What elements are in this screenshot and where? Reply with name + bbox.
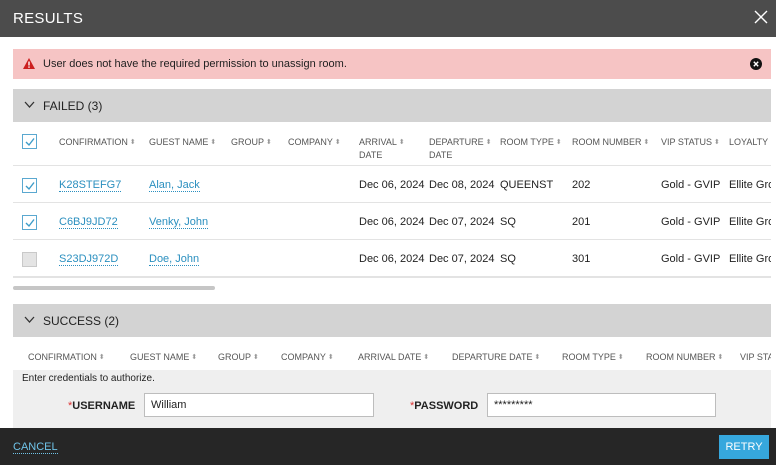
column-header-room-type[interactable]: ROOM TYPE ⬍ xyxy=(500,136,562,149)
room-type: QUEENST xyxy=(500,179,554,191)
authorization-panel: Enter credentials to authorize. *USERNAM… xyxy=(13,370,771,428)
chevron-down-icon xyxy=(24,101,35,108)
username-label: *USERNAME xyxy=(68,400,136,412)
column-header-company[interactable]: COMPANY ⬍ xyxy=(288,136,341,149)
departure-date: Dec 08, 2024 xyxy=(429,179,495,191)
loyalty: Ellite Gro xyxy=(729,179,771,191)
column-header-guest-name[interactable]: GUEST NAME ⬍ xyxy=(130,351,197,364)
sort-icon: ⬍ xyxy=(534,354,541,361)
arrival-date: Dec 06, 2024 xyxy=(359,216,425,228)
table-row: C6BJ9JD72 Venky, John Dec 06, 2024 Dec 0… xyxy=(13,204,771,240)
room-number: 301 xyxy=(572,253,591,265)
loyalty: Ellite Gro xyxy=(729,216,771,228)
dialog-footer: CANCEL RETRY xyxy=(0,428,776,465)
departure-date: Dec 07, 2024 xyxy=(429,253,495,265)
sort-icon: ⬍ xyxy=(191,354,198,361)
close-icon[interactable] xyxy=(752,8,770,26)
sort-icon: ⬍ xyxy=(266,139,272,146)
vip-status: Gold - GVIP xyxy=(661,253,721,265)
column-header-departure-date[interactable]: DEPARTURE ⬍ DATE xyxy=(429,136,492,161)
room-number: 201 xyxy=(572,216,591,228)
table-row: K28STEFG7 Alan, Jack Dec 06, 2024 Dec 08… xyxy=(13,167,771,203)
column-header-loyalty[interactable]: LOYALTY xyxy=(729,136,768,148)
column-header-vip-status[interactable]: VIP STA xyxy=(740,351,771,363)
checkmark-icon xyxy=(25,219,35,228)
sort-icon: ⬍ xyxy=(334,139,341,146)
sort-icon: ⬍ xyxy=(643,139,650,146)
vip-status: Gold - GVIP xyxy=(661,216,721,228)
sort-icon: ⬍ xyxy=(327,354,334,361)
row-checkbox[interactable] xyxy=(22,178,37,193)
sort-icon: ⬍ xyxy=(129,139,136,146)
success-section-header[interactable]: SUCCESS (2) xyxy=(13,304,771,337)
dismiss-error-icon[interactable] xyxy=(750,58,762,70)
room-type: SQ xyxy=(500,253,516,265)
failed-section-header[interactable]: FAILED (3) xyxy=(13,89,771,122)
warning-icon xyxy=(23,58,35,69)
column-header-confirmation[interactable]: CONFIRMATION ⬍ xyxy=(28,351,105,364)
column-header-departure-date[interactable]: DEPARTURE DATE ⬍ xyxy=(452,351,540,364)
column-header-company[interactable]: COMPANY ⬍ xyxy=(281,351,334,364)
dialog-title-bar: RESULTS xyxy=(0,0,776,37)
room-number: 202 xyxy=(572,179,591,191)
dialog-title: RESULTS xyxy=(13,10,84,27)
sort-icon: ⬍ xyxy=(210,139,217,146)
error-message: User does not have the required permissi… xyxy=(43,58,347,70)
arrival-date: Dec 06, 2024 xyxy=(359,253,425,265)
column-header-room-number[interactable]: ROOM NUMBER ⬍ xyxy=(646,351,723,364)
horizontal-scrollbar[interactable] xyxy=(13,286,215,290)
success-section-label: SUCCESS (2) xyxy=(43,314,120,328)
row-checkbox[interactable] xyxy=(22,252,37,267)
select-all-checkbox[interactable] xyxy=(22,134,37,149)
password-label: *PASSWORD xyxy=(410,400,479,412)
confirmation-link[interactable]: C6BJ9JD72 xyxy=(59,216,118,229)
column-header-guest-name[interactable]: GUEST NAME ⬍ xyxy=(149,136,216,149)
success-table-header: CONFIRMATION ⬍ GUEST NAME ⬍ GROUP ⬍ COMPANY… xyxy=(13,345,771,367)
confirmation-link[interactable]: S23DJ972D xyxy=(59,253,119,266)
cancel-button[interactable]: CANCEL xyxy=(13,441,58,454)
sort-icon: ⬍ xyxy=(555,139,562,146)
checkmark-icon xyxy=(25,138,35,147)
failed-table: CONFIRMATION ⬍ GUEST NAME ⬍ GROUP ⬍ COMPANY… xyxy=(13,122,771,278)
failed-section-label: FAILED (3) xyxy=(43,99,103,113)
column-header-arrival-date[interactable]: ARRIVAL DATE ⬍ xyxy=(358,351,429,364)
row-checkbox[interactable] xyxy=(22,215,37,230)
sort-icon: ⬍ xyxy=(714,139,720,146)
table-row: S23DJ972D Doe, John Dec 06, 2024 Dec 07,… xyxy=(13,241,771,277)
sort-icon: ⬍ xyxy=(423,354,430,361)
retry-button[interactable]: RETRY xyxy=(719,435,769,459)
column-header-vip-status[interactable]: VIP STATUS ⬍ xyxy=(661,136,720,149)
chevron-down-icon xyxy=(24,316,35,323)
failed-table-header: CONFIRMATION ⬍ GUEST NAME ⬍ GROUP ⬍ COMPANY… xyxy=(13,122,771,166)
error-banner: User does not have the required permissi… xyxy=(13,49,771,79)
column-header-group[interactable]: GROUP ⬍ xyxy=(231,136,272,149)
column-header-room-type[interactable]: ROOM TYPE ⬍ xyxy=(562,351,624,364)
sort-icon: ⬍ xyxy=(485,139,492,146)
checkmark-icon xyxy=(25,182,35,191)
column-header-group[interactable]: GROUP ⬍ xyxy=(218,351,259,364)
column-header-room-number[interactable]: ROOM NUMBER ⬍ xyxy=(572,136,649,149)
sort-icon: ⬍ xyxy=(98,354,105,361)
guest-name-link[interactable]: Doe, John xyxy=(149,253,200,266)
auth-prompt: Enter credentials to authorize. xyxy=(22,373,155,384)
sort-icon: ⬍ xyxy=(398,139,405,146)
confirmation-link[interactable]: K28STEFG7 xyxy=(59,179,122,192)
guest-name-link[interactable]: Alan, Jack xyxy=(149,179,200,192)
arrival-date: Dec 06, 2024 xyxy=(359,179,425,191)
password-input[interactable] xyxy=(487,393,716,417)
vip-status: Gold - GVIP xyxy=(661,179,721,191)
departure-date: Dec 07, 2024 xyxy=(429,216,495,228)
username-input[interactable] xyxy=(144,393,374,417)
sort-icon: ⬍ xyxy=(253,354,259,361)
sort-icon: ⬍ xyxy=(717,354,724,361)
sort-icon: ⬍ xyxy=(617,354,624,361)
column-header-confirmation[interactable]: CONFIRMATION ⬍ xyxy=(59,136,136,149)
loyalty: Ellite Gro xyxy=(729,253,771,265)
guest-name-link[interactable]: Venky, John xyxy=(149,216,209,229)
room-type: SQ xyxy=(500,216,516,228)
column-header-arrival-date[interactable]: ARRIVAL ⬍ DATE xyxy=(359,136,405,161)
